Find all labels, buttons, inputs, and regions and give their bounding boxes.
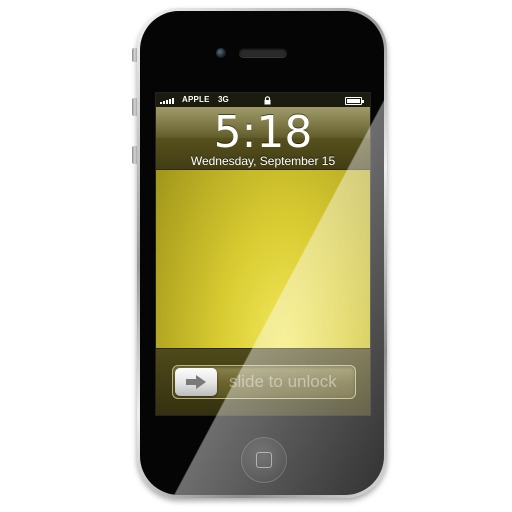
battery-icon: [345, 97, 364, 105]
front-camera: [216, 48, 226, 58]
clock-panel: 5:18 Wednesday, September 15: [156, 107, 370, 170]
slide-to-unlock-track[interactable]: slide to unlock: [172, 365, 356, 399]
lock-screen-time: 5:18: [213, 107, 313, 158]
slide-to-unlock-knob[interactable]: [175, 368, 217, 396]
lock-icon: [264, 96, 271, 105]
iphone-device: APPLE 3G 5:18 Wednesday, September 15 sl…: [137, 8, 387, 498]
status-bar: APPLE 3G: [156, 93, 370, 107]
network-type: 3G: [218, 95, 229, 104]
slide-to-unlock-label: slide to unlock: [229, 372, 337, 391]
lock-screen-date: Wednesday, September 15: [190, 154, 336, 168]
unlock-panel: slide to unlock: [156, 348, 370, 415]
signal-bars-icon: [160, 97, 180, 104]
lock-screen: APPLE 3G 5:18 Wednesday, September 15 sl…: [155, 92, 371, 416]
earpiece-speaker: [239, 48, 287, 57]
arrow-right-icon: [186, 375, 206, 389]
home-button[interactable]: [241, 437, 287, 483]
carrier-name: APPLE: [182, 95, 210, 104]
phone-face: APPLE 3G 5:18 Wednesday, September 15 sl…: [140, 11, 384, 495]
home-square-icon: [256, 452, 272, 468]
